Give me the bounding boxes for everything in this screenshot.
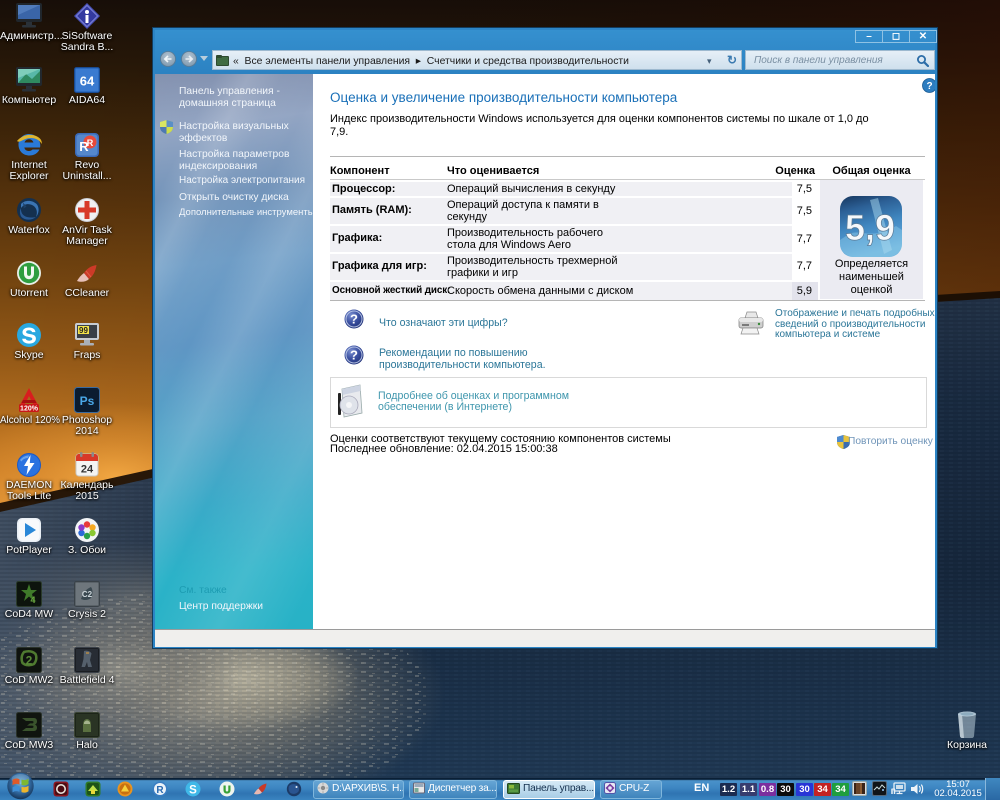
svg-text:Ps: Ps <box>80 394 95 408</box>
svg-text:2: 2 <box>26 654 33 668</box>
svg-text:64: 64 <box>80 74 95 89</box>
svg-text:24: 24 <box>81 464 94 476</box>
svg-text:99: 99 <box>79 326 88 335</box>
svg-text:C2: C2 <box>82 590 93 599</box>
svg-text:4: 4 <box>30 595 35 605</box>
svg-text:R: R <box>79 139 89 154</box>
svg-text:120%: 120% <box>20 406 39 413</box>
svg-text:S: S <box>189 785 197 797</box>
svg-text:?: ? <box>926 81 932 92</box>
svg-text:?: ? <box>350 312 358 327</box>
svg-text:R: R <box>156 785 164 796</box>
svg-text:?: ? <box>350 348 358 363</box>
svg-text:5,9: 5,9 <box>845 207 895 248</box>
